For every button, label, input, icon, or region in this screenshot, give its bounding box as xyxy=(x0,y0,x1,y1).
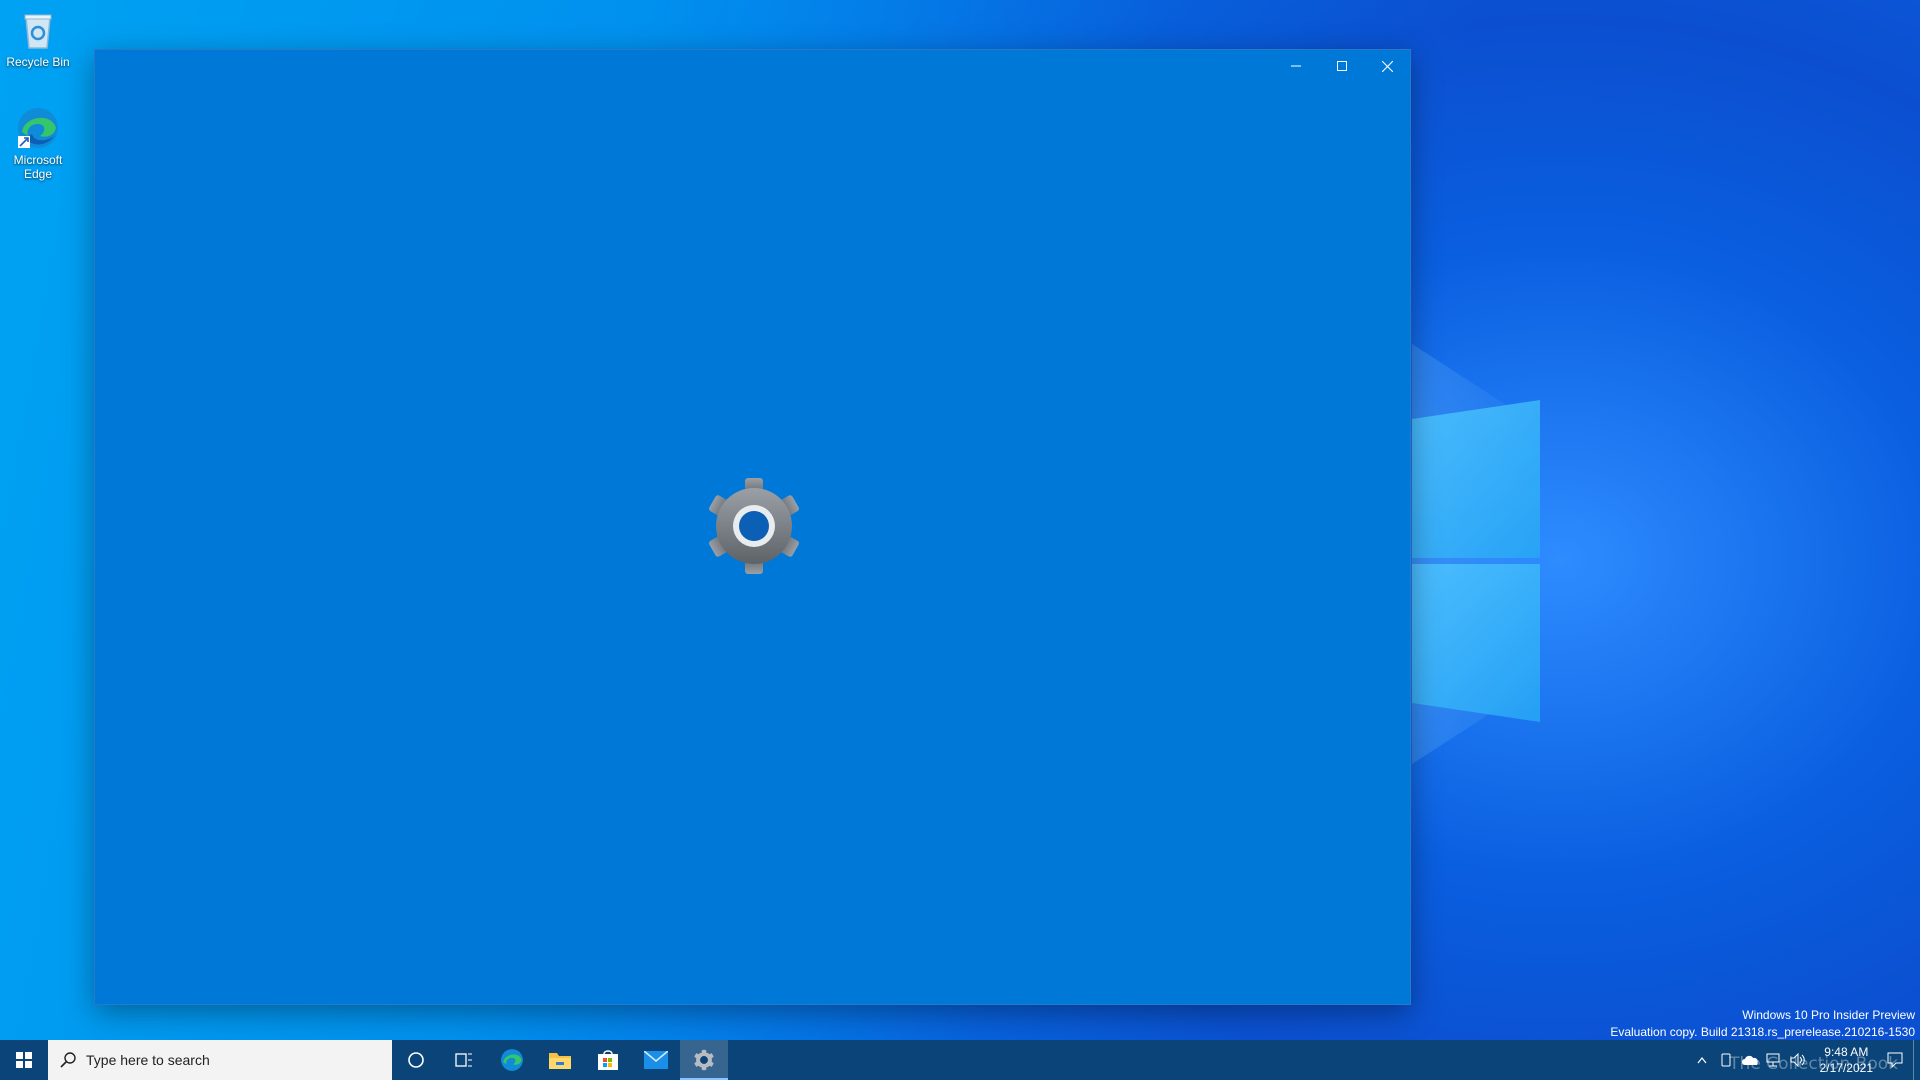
close-button[interactable] xyxy=(1364,50,1410,82)
maximize-icon xyxy=(1337,61,1347,71)
minimize-button[interactable] xyxy=(1273,50,1319,82)
task-view-button[interactable] xyxy=(440,1040,488,1080)
windows-logo-wallpaper xyxy=(1412,344,1547,764)
edge-icon xyxy=(501,1049,523,1071)
search-icon xyxy=(60,1052,76,1068)
mail-icon xyxy=(644,1051,668,1069)
taskbar-edge-button[interactable] xyxy=(488,1040,536,1080)
show-desktop-button[interactable] xyxy=(1913,1040,1920,1080)
watermark-build: Evaluation copy. Build 21318.rs_prerelea… xyxy=(1610,1025,1915,1039)
file-explorer-icon xyxy=(549,1053,571,1069)
desktop-icon-recycle-bin[interactable]: Recycle Bin xyxy=(0,8,76,69)
settings-gear-icon xyxy=(704,476,804,576)
edge-icon xyxy=(16,106,60,150)
recycle-bin-icon xyxy=(16,8,60,52)
microsoft-store-icon xyxy=(598,1050,618,1070)
taskbar-settings-button[interactable] xyxy=(680,1040,728,1080)
taskbar-file-explorer-button[interactable] xyxy=(536,1040,584,1080)
watermark-edition: Windows 10 Pro Insider Preview xyxy=(1742,1008,1915,1022)
settings-icon xyxy=(694,1049,714,1071)
taskbar-mail-button[interactable] xyxy=(632,1040,680,1080)
task-view-icon xyxy=(455,1053,472,1067)
start-button[interactable] xyxy=(0,1040,48,1080)
settings-window[interactable] xyxy=(94,49,1411,1005)
windows-start-icon xyxy=(16,1052,32,1068)
build-watermark: Windows 10 Pro Insider Preview Evaluatio… xyxy=(1610,1007,1915,1041)
close-icon xyxy=(1381,60,1393,72)
maximize-button[interactable] xyxy=(1319,50,1365,82)
desktop-icon-label: Recycle Bin xyxy=(6,55,70,69)
minimize-icon xyxy=(1291,65,1301,67)
cortana-button[interactable] xyxy=(392,1040,440,1080)
chevron-up-icon xyxy=(1697,1057,1707,1064)
taskbar-store-button[interactable] xyxy=(584,1040,632,1080)
search-placeholder: Type here to search xyxy=(86,1052,210,1068)
show-hidden-icons-button[interactable] xyxy=(1690,1040,1714,1080)
desktop-icon-label: Microsoft Edge xyxy=(13,153,63,181)
cortana-icon xyxy=(408,1052,424,1068)
overlay-watermark-text: The Collection Book xyxy=(1729,1054,1898,1074)
taskbar: Type here to search 9:48 AM 2/17/2021 xyxy=(0,1040,1920,1080)
taskbar-search-box[interactable]: Type here to search xyxy=(48,1040,392,1080)
desktop-icon-edge[interactable]: Microsoft Edge xyxy=(0,106,76,181)
